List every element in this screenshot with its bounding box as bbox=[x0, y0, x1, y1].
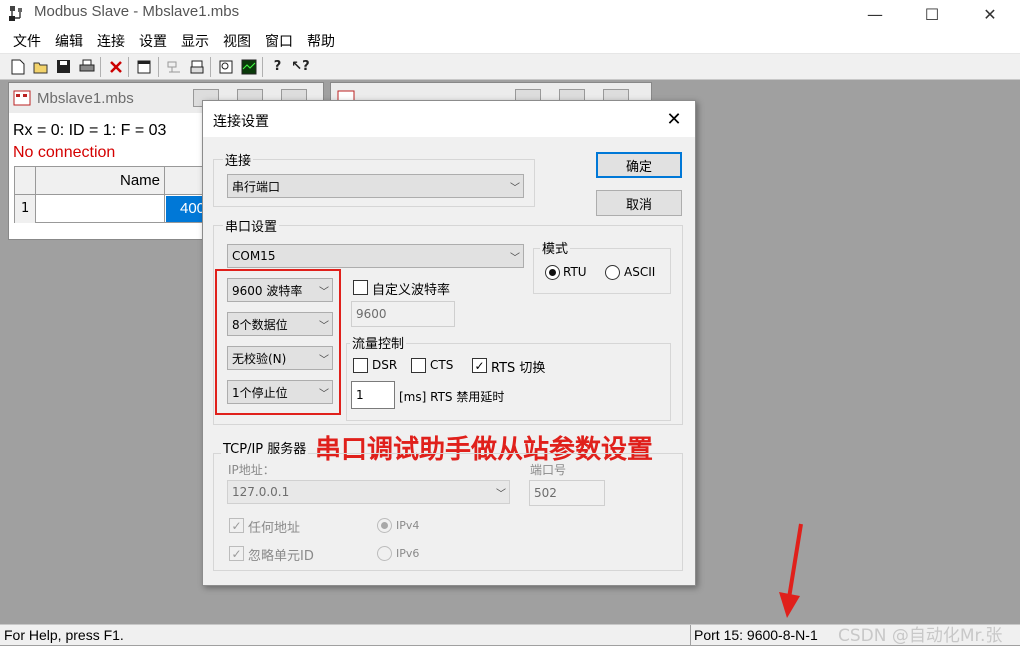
ip-address-select[interactable]: 127.0.0.1 ﹀ bbox=[227, 480, 510, 504]
toolbar: ? ↖? bbox=[0, 54, 1020, 80]
custom-baud-label: 自定义波特率 bbox=[372, 283, 451, 298]
cts-checkbox[interactable] bbox=[411, 358, 426, 373]
port-select[interactable]: COM15 ﹀ bbox=[227, 244, 524, 268]
help-status-text: For Help, press F1. bbox=[4, 627, 124, 643]
window-icon[interactable] bbox=[134, 57, 153, 76]
ignore-unit-id-checkbox[interactable]: ✓ bbox=[229, 546, 244, 561]
app-icon bbox=[8, 4, 26, 22]
dialog-titlebar: 连接设置 ✕ bbox=[203, 101, 695, 137]
any-address-checkbox[interactable]: ✓ bbox=[229, 518, 244, 533]
watermark: CSDN @自动化Mr.张 bbox=[838, 626, 1003, 646]
print-icon[interactable] bbox=[77, 57, 96, 76]
ip-address-label: IP地址： bbox=[228, 463, 275, 477]
menu-edit[interactable]: 编辑 bbox=[48, 31, 90, 51]
cancel-button[interactable]: 取消 bbox=[596, 190, 682, 216]
custom-baud-checkbox[interactable] bbox=[353, 280, 368, 295]
ipv4-radio[interactable] bbox=[377, 518, 392, 533]
column-header-name: Name bbox=[36, 167, 165, 195]
dsr-checkbox[interactable] bbox=[353, 358, 368, 373]
dsr-label: DSR bbox=[372, 358, 398, 372]
cts-label: CTS bbox=[430, 358, 454, 372]
status-bar: For Help, press F1. Port 15: 9600-8-N-1 … bbox=[0, 624, 1020, 646]
title-bar: Modbus Slave - Mbslave1.mbs — ☐ ✕ bbox=[0, 0, 1020, 28]
row-header: 1 bbox=[15, 195, 36, 223]
window-title: Modbus Slave - Mbslave1.mbs bbox=[34, 3, 240, 20]
port-status-text: Port 15: 9600-8-N-1 bbox=[694, 627, 818, 643]
table-cell-name[interactable] bbox=[36, 195, 165, 223]
mode-rtu-label: RTU bbox=[563, 265, 587, 279]
new-file-icon[interactable] bbox=[8, 57, 27, 76]
menu-bar: 文件 编辑 连接 设置 显示 视图 窗口 帮助 bbox=[0, 28, 1020, 54]
open-folder-icon[interactable] bbox=[31, 57, 50, 76]
ignore-unit-id-label: 忽略单元ID bbox=[248, 549, 314, 564]
mode-ascii-radio[interactable] bbox=[605, 265, 620, 280]
connection-type-value: 串行端口 bbox=[232, 179, 281, 194]
chevron-down-icon: ﹀ bbox=[510, 182, 520, 194]
communication-icon[interactable] bbox=[164, 57, 183, 76]
minimize-button[interactable]: — bbox=[852, 0, 898, 28]
rts-delay-label: [ms] RTS 禁用延时 bbox=[399, 390, 505, 404]
annotation-arrow-icon bbox=[779, 523, 803, 618]
document-icon bbox=[13, 90, 31, 106]
maximize-button[interactable]: ☐ bbox=[909, 0, 955, 28]
printer-setup-icon[interactable] bbox=[187, 57, 206, 76]
help-icon[interactable]: ? bbox=[268, 57, 287, 76]
menu-connection[interactable]: 连接 bbox=[90, 31, 132, 51]
connection-setup-dialog: 连接设置 ✕ 连接 串行端口 ﹀ 确定 取消 串口设置 COM15 ﹀ 9600… bbox=[202, 100, 696, 586]
dialog-close-icon[interactable]: ✕ bbox=[663, 109, 685, 130]
port-value: COM15 bbox=[232, 249, 276, 263]
ip-address-value: 127.0.0.1 bbox=[232, 485, 290, 499]
chevron-down-icon: ﹀ bbox=[510, 252, 520, 264]
menu-setup[interactable]: 设置 bbox=[132, 31, 174, 51]
rts-delay-input[interactable]: 1 bbox=[351, 381, 395, 409]
disconnect-icon[interactable] bbox=[106, 57, 125, 76]
any-address-label: 任何地址 bbox=[248, 521, 301, 536]
checkmark-icon: ✓ bbox=[231, 518, 242, 533]
menu-help[interactable]: 帮助 bbox=[300, 31, 342, 51]
mode-rtu-radio[interactable] bbox=[545, 265, 560, 280]
custom-baud-input[interactable]: 9600 bbox=[351, 301, 455, 327]
chevron-down-icon: ﹀ bbox=[496, 488, 506, 500]
ipv6-radio[interactable] bbox=[377, 546, 392, 561]
menu-file[interactable]: 文件 bbox=[6, 31, 48, 51]
monitor-icon[interactable] bbox=[216, 57, 235, 76]
context-help-icon[interactable]: ↖? bbox=[291, 57, 310, 76]
close-button[interactable]: ✕ bbox=[967, 0, 1013, 28]
status-divider bbox=[690, 625, 691, 645]
port-number-input[interactable]: 502 bbox=[529, 480, 605, 506]
mdi-title: Mbslave1.mbs bbox=[37, 90, 134, 107]
rts-toggle-label: RTS 切换 bbox=[491, 361, 546, 376]
menu-view[interactable]: 视图 bbox=[216, 31, 258, 51]
connection-group-label: 连接 bbox=[223, 150, 254, 169]
tcpip-label: TCP/IP 服务器 bbox=[221, 438, 309, 457]
connection-status: No connection bbox=[13, 144, 116, 161]
checkmark-icon: ✓ bbox=[231, 546, 242, 561]
connection-type-select[interactable]: 串行端口 ﹀ bbox=[227, 174, 524, 198]
ipv6-label: IPv6 bbox=[396, 547, 420, 560]
flow-control-label: 流量控制 bbox=[350, 333, 407, 352]
status-line: Rx = 0: ID = 1: F = 03 bbox=[13, 122, 167, 139]
dialog-title: 连接设置 bbox=[213, 114, 269, 130]
menu-display[interactable]: 显示 bbox=[174, 31, 216, 51]
port-number-label: 端口号 bbox=[530, 463, 567, 477]
rts-toggle-checkbox[interactable]: ✓ bbox=[472, 358, 487, 373]
mode-label: 模式 bbox=[540, 238, 571, 257]
ok-button[interactable]: 确定 bbox=[596, 152, 682, 178]
chart-icon[interactable] bbox=[239, 57, 258, 76]
save-icon[interactable] bbox=[54, 57, 73, 76]
checkmark-icon: ✓ bbox=[474, 358, 485, 373]
mode-ascii-label: ASCII bbox=[624, 265, 656, 279]
serial-settings-label: 串口设置 bbox=[223, 216, 280, 235]
highlight-box bbox=[215, 269, 341, 415]
menu-window[interactable]: 窗口 bbox=[258, 31, 300, 51]
ipv4-label: IPv4 bbox=[396, 519, 420, 532]
